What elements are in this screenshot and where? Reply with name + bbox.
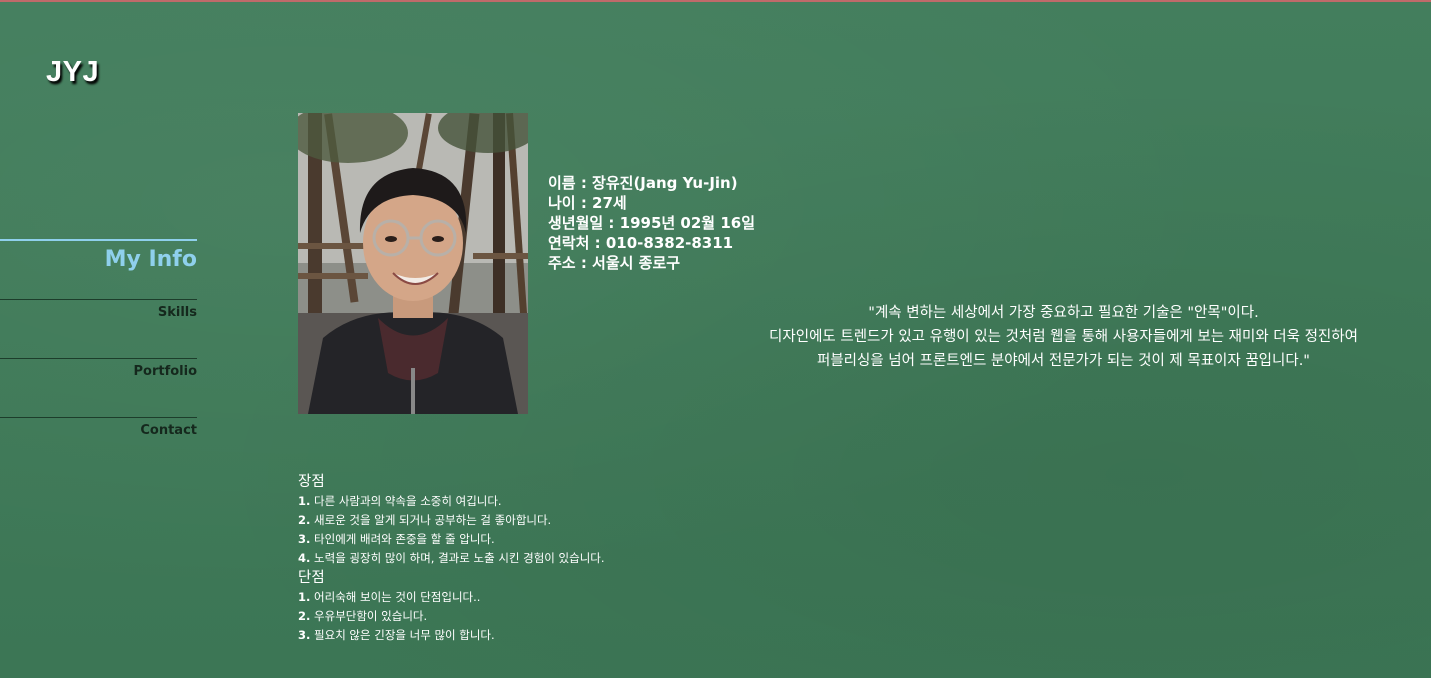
- list-item: 2. 우유부단함이 있습니다.: [298, 607, 605, 626]
- info-row-address: 주소 : 서울시 종로구: [548, 253, 755, 273]
- info-value: 장유진(Jang Yu-Jin): [592, 174, 738, 192]
- nav-item-contact[interactable]: Contact: [0, 417, 197, 447]
- quote-line: 퍼블리싱을 넘어 프론트엔드 분야에서 전문가가 되는 것이 제 목표이자 꿈입…: [817, 353, 1310, 369]
- nav-item-my-info[interactable]: My Info: [0, 239, 197, 299]
- nav-item-portfolio[interactable]: Portfolio: [0, 358, 197, 417]
- list-number: 3.: [298, 628, 311, 642]
- info-row-contact: 연락처 : 010-8382-8311: [548, 233, 755, 253]
- list-item: 1. 어리숙해 보이는 것이 단점입니다..: [298, 588, 605, 607]
- profile-info: 이름 : 장유진(Jang Yu-Jin) 나이 : 27세 생년월일 : 19…: [548, 173, 755, 273]
- info-label: 이름 :: [548, 174, 593, 192]
- info-row-birthdate: 생년월일 : 1995년 02월 16일: [548, 213, 755, 233]
- list-text: 노력을 굉장히 많이 하며, 결과로 노출 시킨 경험이 있습니다.: [310, 551, 605, 565]
- motto-quote: "계속 변하는 세상에서 가장 중요하고 필요한 기술은 "안목"이다. 디자인…: [712, 301, 1415, 373]
- info-label: 나이 :: [548, 194, 593, 212]
- nav-item-skills[interactable]: Skills: [0, 299, 197, 358]
- strengths-title: 장점: [298, 474, 325, 490]
- info-value: 서울시 종로구: [592, 254, 681, 272]
- info-value: 1995년 02월 16일: [619, 214, 755, 232]
- profile-photo: [298, 113, 528, 414]
- list-number: 2.: [298, 513, 311, 527]
- info-label: 연락처 :: [548, 234, 606, 252]
- strengths-weaknesses: 장점 1. 다른 사람과의 약속을 소중히 여깁니다. 2. 새로운 것을 알게…: [298, 472, 605, 645]
- list-number: 1.: [298, 494, 311, 508]
- list-number: 3.: [298, 532, 311, 546]
- info-label: 생년월일 :: [548, 214, 620, 232]
- profile-photo-illustration: [298, 113, 528, 414]
- weaknesses-title: 단점: [298, 570, 325, 586]
- list-item: 1. 다른 사람과의 약속을 소중히 여깁니다.: [298, 492, 605, 511]
- top-border: [0, 0, 1431, 2]
- info-value: 010-8382-8311: [605, 234, 734, 252]
- info-value: 27세: [592, 194, 627, 212]
- list-text: 타인에게 배려와 존중을 할 줄 압니다.: [310, 532, 495, 546]
- list-text: 필요치 않은 긴장을 너무 많이 합니다.: [310, 628, 495, 642]
- list-text: 우유부단함이 있습니다.: [310, 609, 428, 623]
- info-row-name: 이름 : 장유진(Jang Yu-Jin): [548, 173, 755, 193]
- list-number: 4.: [298, 551, 311, 565]
- list-number: 2.: [298, 609, 311, 623]
- quote-line: 디자인에도 트렌드가 있고 유행이 있는 것처럼 웹을 통해 사용자들에게 보는…: [769, 329, 1358, 345]
- side-nav: My Info Skills Portfolio Contact: [0, 239, 197, 447]
- info-row-age: 나이 : 27세: [548, 193, 755, 213]
- list-text: 새로운 것을 알게 되거나 공부하는 걸 좋아합니다.: [310, 513, 552, 527]
- info-label: 주소 :: [548, 254, 593, 272]
- list-text: 어리숙해 보이는 것이 단점입니다..: [310, 590, 481, 604]
- site-logo[interactable]: JYJ: [46, 56, 99, 89]
- list-item: 4. 노력을 굉장히 많이 하며, 결과로 노출 시킨 경험이 있습니다.: [298, 549, 605, 568]
- list-number: 1.: [298, 590, 311, 604]
- list-item: 2. 새로운 것을 알게 되거나 공부하는 걸 좋아합니다.: [298, 511, 605, 530]
- list-text: 다른 사람과의 약속을 소중히 여깁니다.: [310, 494, 502, 508]
- quote-line: "계속 변하는 세상에서 가장 중요하고 필요한 기술은 "안목"이다.: [868, 305, 1259, 321]
- list-item: 3. 타인에게 배려와 존중을 할 줄 압니다.: [298, 530, 605, 549]
- list-item: 3. 필요치 않은 긴장을 너무 많이 합니다.: [298, 626, 605, 645]
